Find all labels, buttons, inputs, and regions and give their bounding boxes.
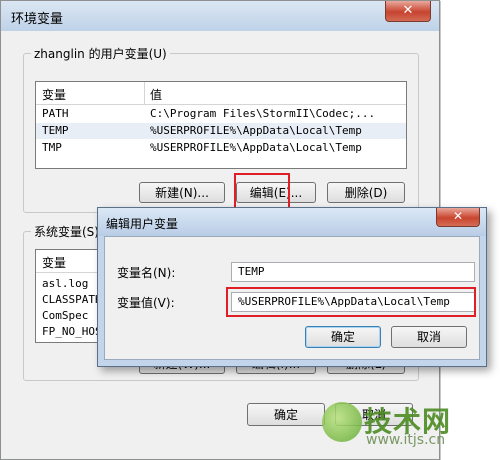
- variable-name: PATH: [42, 107, 69, 120]
- column-header-variable[interactable]: 变量: [42, 254, 66, 271]
- variable-value: %USERPROFILE%\AppData\Local\Temp: [150, 124, 362, 137]
- system-variables-label: 系统变量(S): [31, 223, 102, 240]
- table-row[interactable]: TEMP %USERPROFILE%\AppData\Local\Temp: [36, 123, 406, 139]
- table-row[interactable]: PATH C:\Program Files\StormII\Codec;...: [36, 106, 406, 122]
- dialog-ok-button[interactable]: 确定: [305, 326, 381, 348]
- variable-name: CLASSPATH: [42, 293, 102, 306]
- title-bar[interactable]: 环境变量 ✕: [1, 1, 439, 31]
- table-row[interactable]: TMP %USERPROFILE%\AppData\Local\Temp: [36, 140, 406, 156]
- variable-value: %USERPROFILE%\AppData\Local\Temp: [150, 141, 362, 154]
- variable-value-label: 变量值(V):: [117, 296, 175, 310]
- ok-button[interactable]: 确定: [247, 403, 325, 426]
- dialog-title: 编辑用户变量: [106, 217, 179, 231]
- variable-name: asl.log: [42, 277, 89, 290]
- user-new-button[interactable]: 新建(N)...: [139, 182, 225, 203]
- column-header-value[interactable]: 值: [150, 86, 162, 103]
- variable-value: C:\Program Files\StormII\Codec;...: [150, 107, 376, 120]
- edit-user-variable-dialog: 编辑用户变量 ✕ 变量名(N): TEMP 变量值(V): %USERPROFI…: [97, 207, 487, 367]
- variable-name: TMP: [42, 141, 62, 154]
- watermark-url: www.itjs.cn: [366, 432, 446, 448]
- variable-name-field[interactable]: TEMP: [231, 262, 475, 282]
- variable-value-highlight: [226, 287, 476, 317]
- dialog-title-bar[interactable]: 编辑用户变量 ✕: [98, 208, 486, 236]
- dialog-body: 变量名(N): TEMP 变量值(V): %USERPROFILE%\AppDa…: [104, 236, 480, 360]
- list-header: 变量 值: [36, 82, 406, 105]
- user-delete-button[interactable]: 删除(D): [327, 182, 405, 203]
- user-variables-label: zhanglin 的用户变量(U): [31, 45, 170, 62]
- window-title: 环境变量: [11, 12, 64, 27]
- close-button[interactable]: ✕: [385, 1, 431, 22]
- variable-name: TEMP: [42, 124, 69, 137]
- watermark-logo-icon: [322, 402, 362, 442]
- dialog-cancel-button[interactable]: 取消: [391, 326, 467, 348]
- column-header-variable[interactable]: 变量: [42, 86, 66, 103]
- user-variables-list[interactable]: 变量 值 PATH C:\Program Files\StormII\Codec…: [35, 81, 407, 169]
- edit-button-highlight: [234, 173, 290, 211]
- variable-name: ComSpec: [42, 309, 89, 322]
- variable-name-label: 变量名(N):: [117, 266, 176, 280]
- dialog-close-button[interactable]: ✕: [436, 208, 480, 227]
